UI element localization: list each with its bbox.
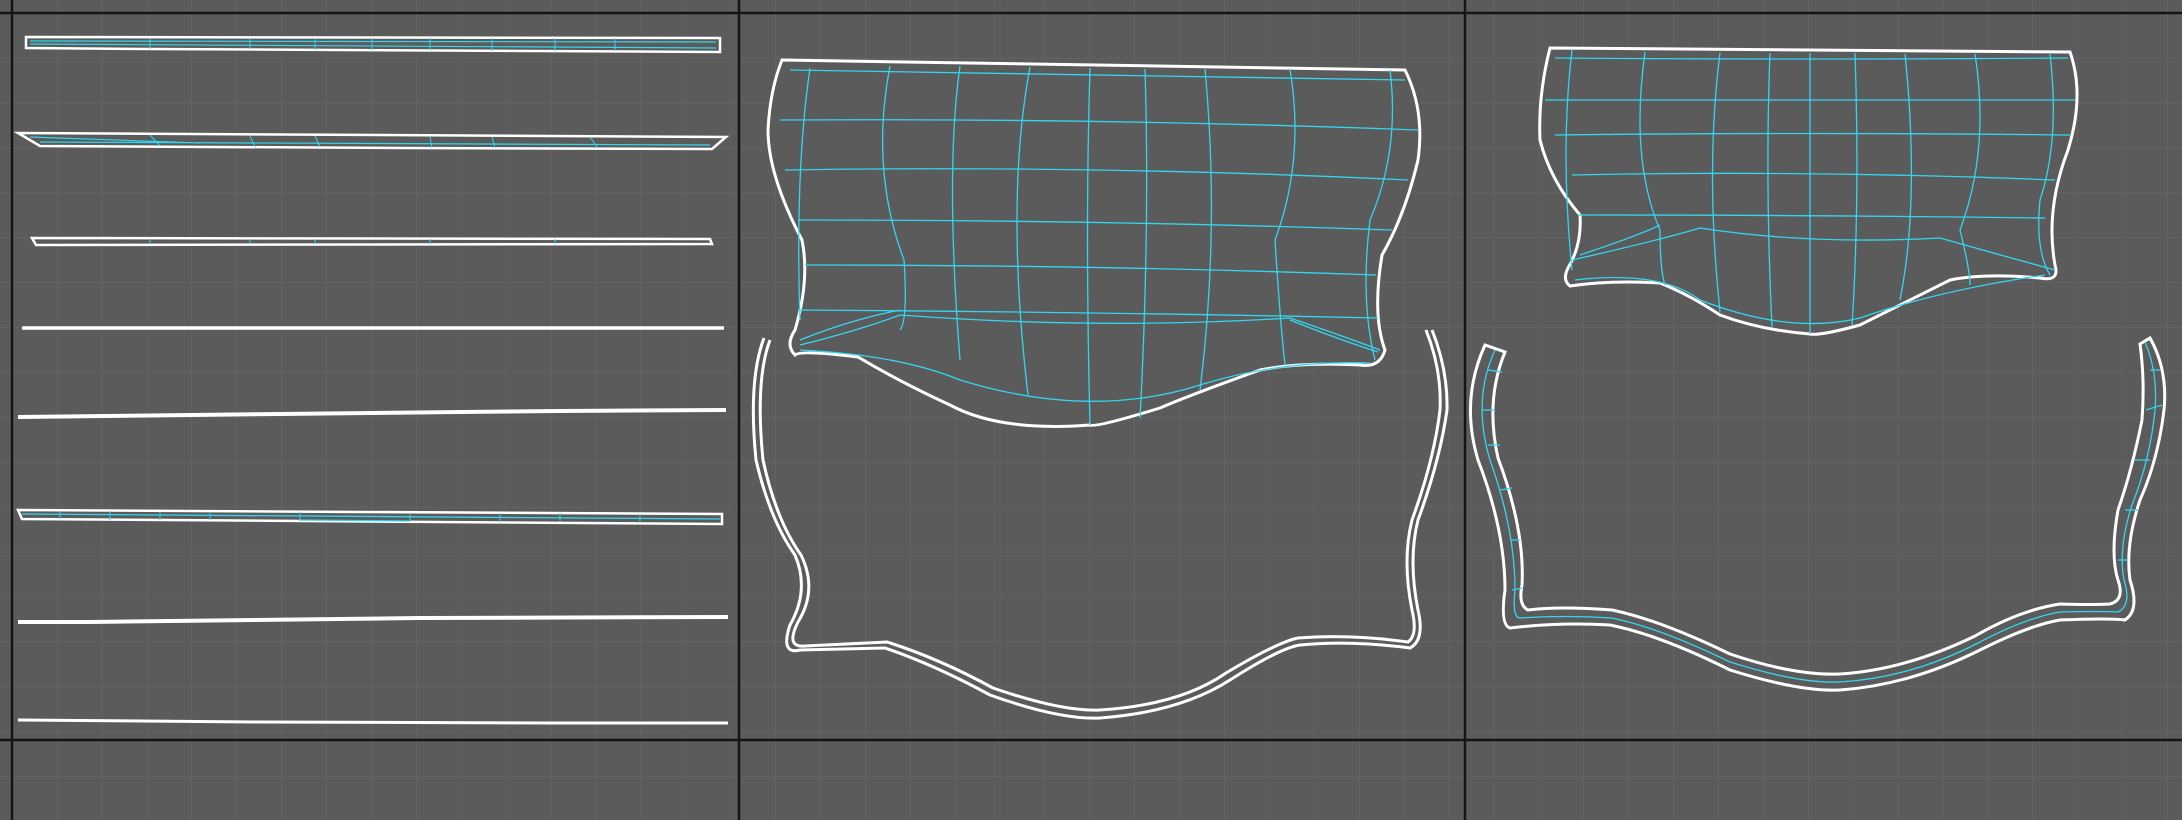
uv-editor-viewport[interactable] <box>0 0 2182 820</box>
uv-shell-strip-1[interactable] <box>24 35 722 54</box>
uv-shell-strip-2[interactable] <box>13 131 730 151</box>
uv-canvas[interactable] <box>0 0 2182 820</box>
uv-shell-strip-3[interactable] <box>29 236 714 247</box>
